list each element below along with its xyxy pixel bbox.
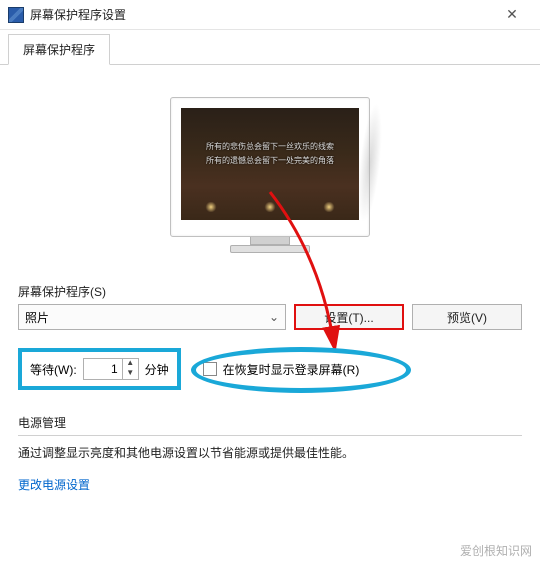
settings-button[interactable]: 设置(T)... bbox=[294, 304, 404, 330]
wait-row: 等待(W): ▲ ▼ 分钟 在恢复时显示登录屏幕(R) bbox=[18, 348, 522, 390]
app-icon bbox=[8, 7, 24, 23]
monitor-screen: 所有的悲伤总会留下一丝欢乐的线索 所有的遗憾总会留下一处完美的角落 bbox=[181, 108, 359, 220]
resume-label: 在恢复时显示登录屏幕(R) bbox=[223, 361, 360, 378]
monitor-bezel: 所有的悲伤总会留下一丝欢乐的线索 所有的遗憾总会留下一处完美的角落 bbox=[170, 97, 370, 237]
preview-line-2: 所有的遗憾总会留下一处完美的角落 bbox=[181, 154, 359, 168]
resume-wrap: 在恢复时显示登录屏幕(R) bbox=[203, 361, 360, 378]
wait-unit: 分钟 bbox=[145, 361, 169, 378]
close-button[interactable]: ✕ bbox=[492, 6, 532, 23]
change-power-link[interactable]: 更改电源设置 bbox=[18, 476, 90, 493]
monitor-base bbox=[230, 245, 310, 253]
tab-strip: 屏幕保护程序 bbox=[0, 30, 540, 65]
screensaver-section-label: 屏幕保护程序(S) bbox=[18, 283, 522, 300]
screensaver-select-value: 照片 bbox=[25, 309, 49, 326]
wait-input[interactable] bbox=[84, 362, 122, 376]
glow-dot bbox=[323, 202, 335, 212]
titlebar: 屏幕保护程序设置 ✕ bbox=[0, 0, 540, 30]
preview-line-1: 所有的悲伤总会留下一丝欢乐的线索 bbox=[181, 140, 359, 154]
screensaver-row: 照片 ⌄ 设置(T)... 预览(V) bbox=[18, 304, 522, 330]
glow-dot bbox=[205, 202, 217, 212]
content-area: 所有的悲伤总会留下一丝欢乐的线索 所有的遗憾总会留下一处完美的角落 bbox=[0, 65, 540, 505]
spinner-down-icon[interactable]: ▼ bbox=[123, 369, 138, 379]
preview-glow bbox=[181, 202, 359, 212]
monitor-preview: 所有的悲伤总会留下一丝欢乐的线索 所有的遗憾总会留下一处完美的角落 bbox=[170, 97, 370, 257]
glow-dot bbox=[264, 202, 276, 212]
screensaver-select[interactable]: 照片 ⌄ bbox=[18, 304, 286, 330]
wait-label: 等待(W): bbox=[30, 361, 77, 378]
watermark: 爱创根知识网 bbox=[460, 542, 532, 559]
resume-checkbox[interactable] bbox=[203, 362, 217, 376]
wait-spinner[interactable]: ▲ ▼ bbox=[83, 358, 139, 380]
monitor-preview-area: 所有的悲伤总会留下一丝欢乐的线索 所有的遗憾总会留下一处完美的角落 bbox=[18, 77, 522, 267]
tab-screensaver[interactable]: 屏幕保护程序 bbox=[8, 34, 110, 65]
spinner-buttons: ▲ ▼ bbox=[122, 359, 138, 379]
monitor-stand bbox=[250, 237, 290, 245]
chevron-down-icon: ⌄ bbox=[269, 310, 279, 324]
wait-highlight-box: 等待(W): ▲ ▼ 分钟 bbox=[18, 348, 181, 390]
separator bbox=[18, 435, 522, 436]
power-description: 通过调整显示亮度和其他电源设置以节省能源或提供最佳性能。 bbox=[18, 444, 522, 462]
power-heading: 电源管理 bbox=[18, 414, 522, 431]
window-title: 屏幕保护程序设置 bbox=[30, 6, 492, 23]
screensaver-preview-text: 所有的悲伤总会留下一丝欢乐的线索 所有的遗憾总会留下一处完美的角落 bbox=[181, 108, 359, 168]
preview-button[interactable]: 预览(V) bbox=[412, 304, 522, 330]
